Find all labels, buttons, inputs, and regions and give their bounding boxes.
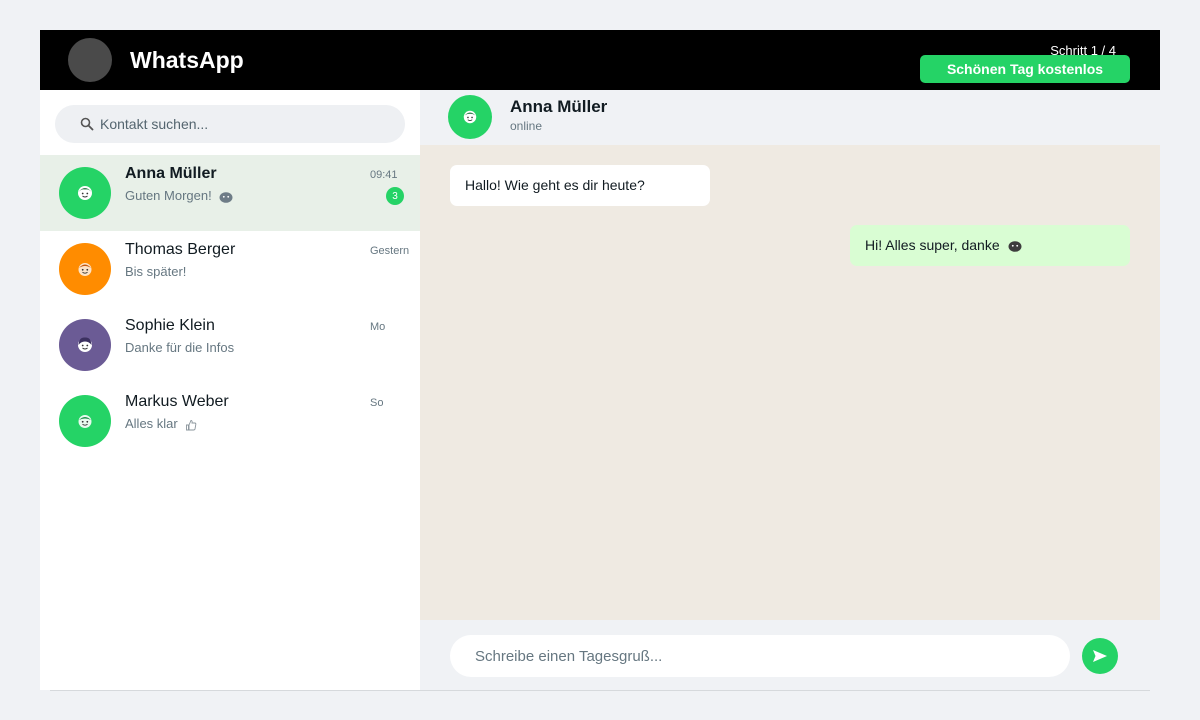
divider [50, 690, 1150, 691]
thumbs-up-emoji-icon [186, 419, 197, 431]
incoming-message: Hallo! Wie geht es dir heute? [450, 165, 710, 206]
message-preview: Alles klar [125, 416, 197, 431]
message-preview: Danke für die Infos [125, 340, 235, 355]
user-face-icon [78, 263, 92, 276]
chat-item-markus-weber[interactable]: Markus Weber Alles klar So [40, 383, 420, 459]
preview-text: Alles klar [125, 416, 178, 431]
message-text: Hi! Alles super, danke [865, 237, 1000, 253]
contact-status: online [510, 119, 543, 133]
message-time: Gestern [370, 245, 410, 257]
avatar [59, 167, 111, 219]
message-preview: Guten Morgen! [125, 188, 233, 203]
smiley-emoji-icon [219, 191, 233, 203]
message-time: So [370, 397, 384, 409]
avatar[interactable] [448, 95, 492, 139]
profile-avatar[interactable] [68, 38, 112, 82]
free-day-button[interactable]: Schönen Tag kostenlos [920, 55, 1130, 83]
app-title: WhatsApp [130, 47, 244, 73]
unread-badge: 3 [386, 187, 404, 205]
top-bar: WhatsApp Schritt 1 / 4 Schönen Tag koste… [40, 30, 1160, 90]
search-input[interactable] [98, 115, 392, 133]
message-area: Hallo! Wie geht es dir heute? Hi! Alles … [420, 145, 1160, 620]
message-time: 09:41 [370, 169, 398, 181]
user-face-icon [78, 415, 92, 428]
message-time: Mo [370, 321, 386, 333]
smiley-emoji-icon [1008, 241, 1022, 253]
preview-text: Guten Morgen! [125, 188, 212, 203]
search-icon [80, 117, 94, 131]
search-bar[interactable] [55, 105, 405, 143]
conversation-header: Anna Müller online [420, 90, 1160, 145]
conversation-pane: Anna Müller online Hallo! Wie geht es di… [420, 90, 1160, 690]
outgoing-message: Hi! Alles super, danke [850, 225, 1130, 266]
chat-item-sophie-klein[interactable]: Sophie Klein Danke für die Infos Mo [40, 307, 420, 383]
send-button[interactable] [1082, 638, 1118, 674]
app-window: WhatsApp Schritt 1 / 4 Schönen Tag koste… [40, 30, 1160, 690]
send-icon [1093, 650, 1107, 662]
user-face-icon [78, 337, 92, 352]
avatar [59, 319, 111, 371]
chat-item-anna-mueller[interactable]: Anna Müller Guten Morgen! 09:41 3 [40, 155, 420, 231]
contact-name: Markus Weber [125, 393, 229, 410]
user-face-icon [78, 186, 92, 200]
avatar [59, 243, 111, 295]
sidebar: Anna Müller Guten Morgen! 09:41 3 [40, 90, 420, 690]
message-input[interactable] [450, 635, 1070, 677]
user-face-icon [463, 110, 477, 124]
chat-list: Anna Müller Guten Morgen! 09:41 3 Thomas… [40, 155, 420, 459]
contact-name: Anna Müller [125, 165, 217, 182]
message-composer [420, 620, 1160, 690]
message-preview: Bis später! [125, 264, 187, 279]
contact-name: Anna Müller [510, 97, 608, 116]
contact-name: Sophie Klein [125, 317, 215, 334]
chat-item-thomas-berger[interactable]: Thomas Berger Bis später! Gestern [40, 231, 420, 307]
contact-name: Thomas Berger [125, 241, 236, 258]
avatar [59, 395, 111, 447]
